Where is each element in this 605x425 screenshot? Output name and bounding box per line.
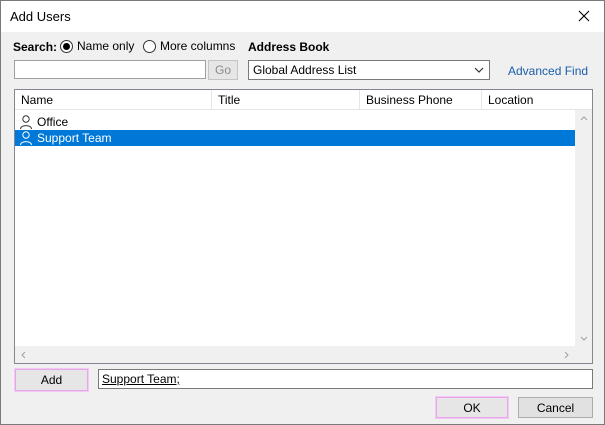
radio-checked-icon — [60, 39, 73, 53]
recipients-value: Support Team; — [102, 372, 180, 386]
address-book-dropdown[interactable]: Global Address List — [248, 60, 490, 80]
horizontal-scrollbar[interactable] — [15, 346, 575, 363]
scroll-left-icon[interactable] — [15, 346, 32, 363]
column-header-name[interactable]: Name — [15, 90, 212, 110]
radio-name-only-label: Name only — [77, 39, 135, 53]
ok-button[interactable]: OK — [435, 396, 509, 419]
cancel-button[interactable]: Cancel — [518, 397, 593, 418]
column-header-location[interactable]: Location — [482, 90, 592, 110]
radio-more-columns-label: More columns — [160, 39, 236, 53]
address-book-selected: Global Address List — [253, 63, 357, 77]
address-book-label: Address Book — [248, 40, 330, 54]
go-button-label: Go — [214, 63, 231, 77]
search-label: Search: — [13, 40, 58, 54]
window-title: Add Users — [10, 9, 71, 24]
list-item-name: Support Team — [37, 131, 112, 145]
list-item-selected[interactable]: Support Team — [15, 130, 575, 146]
add-button-label: Add — [40, 373, 63, 387]
user-icon — [20, 131, 32, 146]
list-item-name: Office — [37, 115, 69, 129]
search-input[interactable] — [14, 60, 206, 79]
chevron-down-icon — [474, 67, 484, 73]
scroll-down-icon[interactable] — [575, 330, 592, 347]
advanced-find-link[interactable]: Advanced Find — [508, 64, 588, 78]
scroll-corner — [575, 346, 592, 363]
cancel-button-label: Cancel — [536, 400, 575, 415]
radio-unchecked-icon — [143, 39, 156, 53]
add-users-dialog: Add Users Search: Name only More columns… — [0, 0, 605, 425]
user-icon — [20, 115, 32, 130]
close-button[interactable] — [570, 4, 598, 28]
add-button[interactable]: Add — [14, 368, 89, 392]
column-header-title[interactable]: Title — [212, 90, 360, 110]
list-header: Name Title Business Phone Location — [15, 90, 592, 110]
go-button[interactable]: Go — [208, 60, 238, 80]
column-header-business-phone[interactable]: Business Phone — [360, 90, 482, 110]
ok-button-label: OK — [463, 400, 481, 415]
vertical-scrollbar[interactable] — [575, 110, 592, 347]
close-icon — [578, 10, 590, 22]
radio-more-columns[interactable]: More columns — [143, 39, 235, 53]
title-bar: Add Users — [1, 1, 604, 32]
recipients-field[interactable]: Support Team; — [98, 369, 593, 389]
list-item[interactable]: Office — [15, 114, 575, 130]
user-list: Name Title Business Phone Location Offic… — [14, 89, 593, 364]
scroll-right-icon[interactable] — [558, 346, 575, 363]
radio-name-only[interactable]: Name only — [60, 39, 134, 53]
scroll-up-icon[interactable] — [575, 110, 592, 127]
